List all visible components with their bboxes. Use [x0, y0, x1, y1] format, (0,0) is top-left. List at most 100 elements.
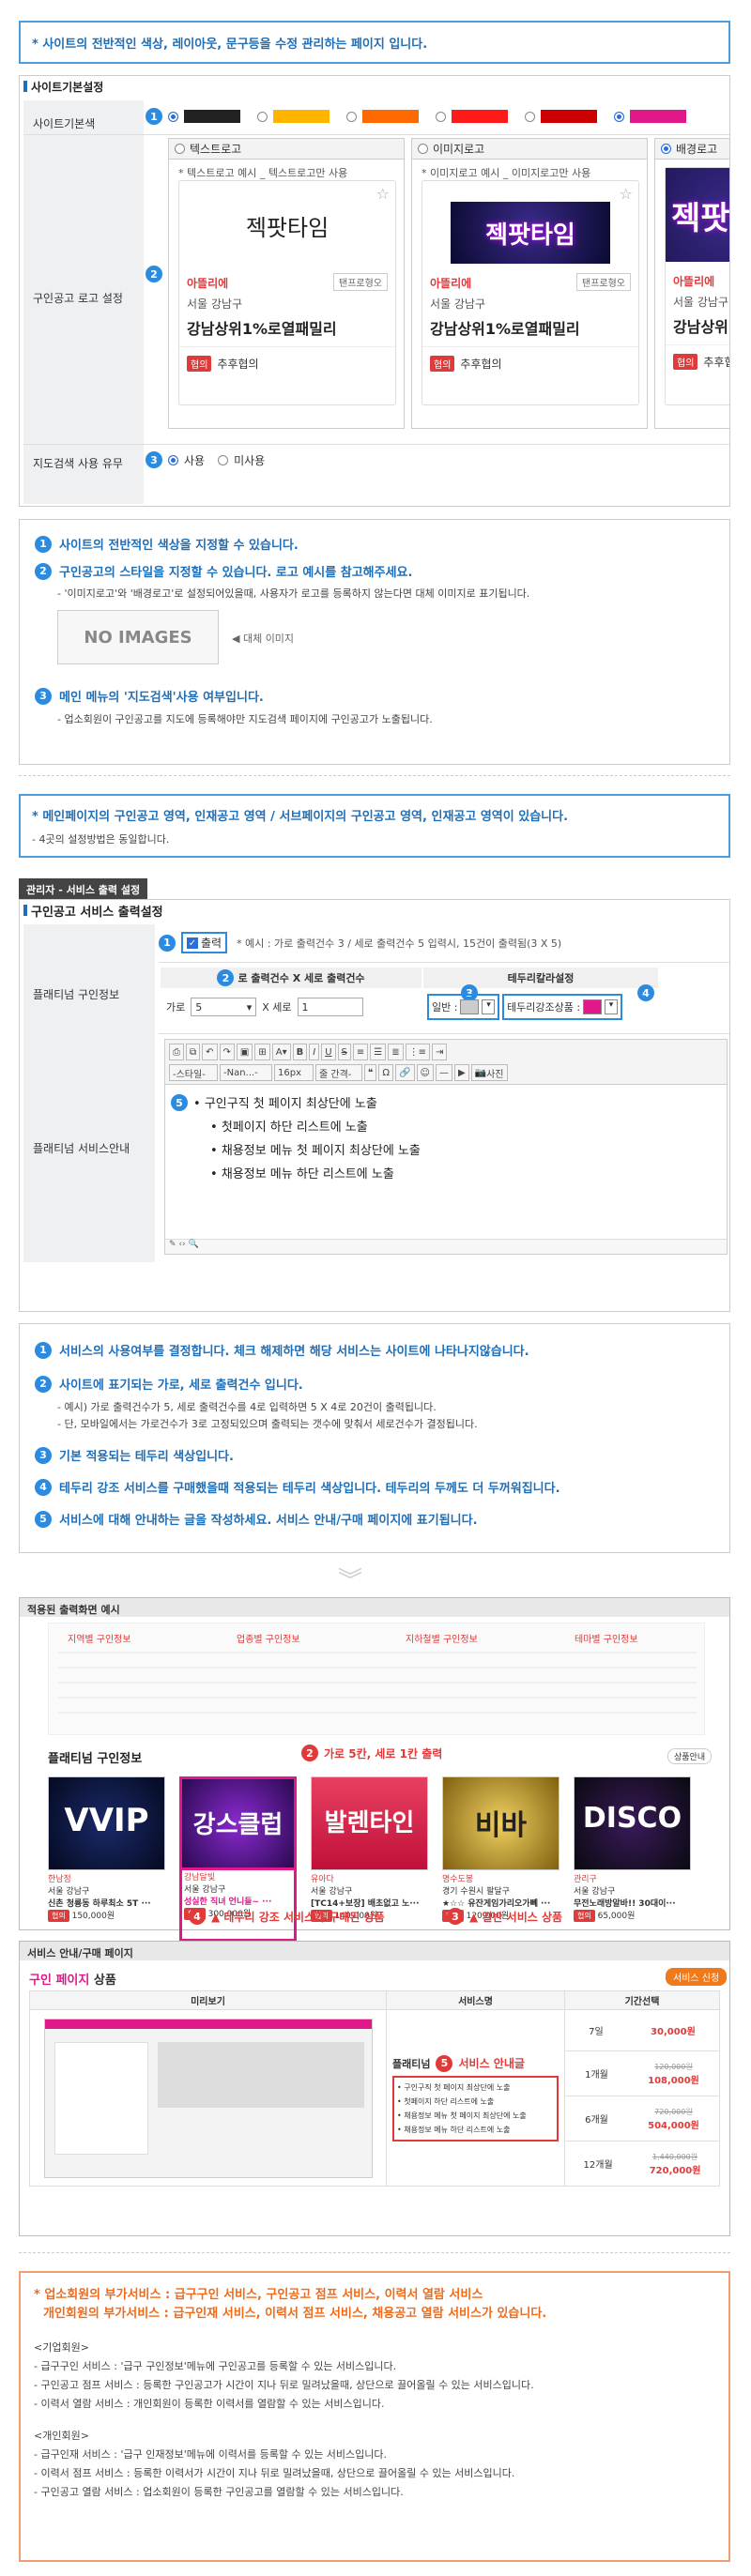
list-icon[interactable]: ⋮≡: [405, 1044, 431, 1060]
buy-button[interactable]: 서비스 신청: [666, 1968, 728, 1986]
logo-radio-background[interactable]: [661, 144, 671, 154]
quote-icon[interactable]: ❝: [364, 1064, 377, 1081]
color-swatch-orange: [362, 110, 419, 123]
guide-bullet: • 채용정보 메뉴 첫 페이지 최상단에 노출: [210, 1144, 421, 1158]
color-radio-3[interactable]: [346, 111, 357, 122]
editor-toolbar: ⎙ ⧉ ↶ ↷ ▣ ⊞ A▾ B I U S ≡ ☰ ≣ ⋮≡ ⇥ -스타일- -Nan...- 16px 줄…: [165, 1040, 727, 1085]
editor-body[interactable]: 5 • 구인구직 첫 페이지 최상단에 노출 • 첫페이지 하단 리스트에 노출…: [171, 1092, 421, 1186]
special-char-icon[interactable]: Ω: [378, 1064, 394, 1081]
image-icon[interactable]: ▣: [236, 1044, 253, 1060]
color-radio-1[interactable]: [168, 111, 178, 122]
logo-preview: 젝팟 아뜰리에 서울 강남구 강남상위 협의 추후협: [665, 167, 729, 405]
horiz-select[interactable]: 5 ▾: [191, 998, 257, 1016]
example-item[interactable]: 발렌타인: [311, 1776, 428, 1870]
color-label: 사이트기본색: [33, 117, 96, 130]
align-left-icon[interactable]: ≡: [352, 1044, 369, 1060]
purchase-title: 서비스 안내/구매 페이지: [20, 1942, 729, 1960]
text-color-icon[interactable]: A▾: [271, 1044, 291, 1060]
color-radio-5[interactable]: [525, 111, 535, 122]
example-title: 적용된 출력화면 예시: [20, 1598, 729, 1617]
pay-tag: 협의: [673, 354, 698, 370]
bold-icon[interactable]: B: [292, 1044, 308, 1060]
bottom-line2: 개인회원의 부가서비스 : 급구인재 서비스, 이력서 점프 서비스, 채용공고…: [43, 2307, 547, 2321]
output-checkbox-wrap[interactable]: ✓ 출력: [181, 932, 228, 953]
info1-item1: 사이트의 전반적인 색상을 지정할 수 있습니다.: [59, 539, 299, 553]
logo-card-background[interactable]: 배경로고 젝팟 아뜰리에 서울 강남구 강남상위 협의 추후협: [654, 138, 729, 429]
service-bullets: • 구인구직 첫 페이지 최상단에 노출 • 첫페이지 하단 리스트에 노출 • 채…: [392, 2075, 559, 2142]
purchase-panel: 서비스 안내/구매 페이지 구인 페이지 상품 서비스 신청 미리보기 서비스명 기…: [19, 1941, 730, 2236]
copy-icon[interactable]: ⧉: [186, 1044, 201, 1060]
output-checkbox[interactable]: ✓: [187, 937, 198, 949]
font-select[interactable]: -Nan...-: [220, 1064, 272, 1081]
underline-icon[interactable]: U: [321, 1044, 336, 1060]
color-radio-6[interactable]: [614, 111, 624, 122]
purchase-table: 미리보기 서비스명 기간선택 플래티넘 5 서비스 안내글 • 구인구직 첫 페이지 최…: [29, 1990, 720, 2187]
star-icon[interactable]: ☆: [376, 185, 390, 203]
editor-mode-bar[interactable]: ✎ ‹› 🔍: [165, 1239, 727, 1254]
output-example: * 예시 : 가로 출력건수 3 / 세로 출력건수 5 입력시, 15건이 출…: [237, 937, 562, 950]
example-item[interactable]: 비바: [442, 1776, 559, 1870]
size-select[interactable]: 16px: [274, 1064, 314, 1081]
redo-icon[interactable]: ↷: [219, 1044, 235, 1060]
info2-item2: 사이트에 표기되는 가로, 세로 출력건수 입니다.: [59, 1379, 303, 1393]
media-icon[interactable]: ▶: [453, 1064, 469, 1081]
map-use-label: 사용: [184, 453, 206, 467]
per-heading: <개인회원>: [34, 2430, 89, 2442]
step-1-badge: 1: [146, 108, 162, 125]
toolbar-row-1: ⎙ ⧉ ↶ ↷ ▣ ⊞ A▾ B I U S ≡ ☰ ≣ ⋮≡ ⇥: [169, 1044, 448, 1060]
map-radio-nouse[interactable]: [218, 454, 229, 465]
step-3-badge: 3: [146, 451, 162, 468]
example-item-highlight[interactable]: 강스클럽: [179, 1776, 297, 1870]
normal-color-picker[interactable]: 일반 : ▾: [427, 994, 500, 1020]
logo-label: 구인공고 로고 설정: [33, 292, 123, 305]
logo-radio-text[interactable]: [175, 144, 185, 154]
logo-card-text[interactable]: 텍스트로고 * 텍스트로고 예시 _ 텍스트로고만 사용 ☆ 젝팟타임 아뜰리에…: [168, 138, 405, 429]
more-button[interactable]: 상품안내: [667, 1748, 713, 1764]
notice2-line2: - 4곳의 설정방법은 동일합니다.: [32, 832, 170, 846]
badge: 탠프로형오: [333, 273, 388, 291]
x-label: X 세로: [262, 1001, 292, 1014]
top-notice: * 사이트의 전반적인 색상, 레이아웃, 문구등을 수정 관리하는 페이지 입…: [19, 21, 730, 64]
info-box-2: 1 서비스의 사용여부를 결정합니다. 체크 해제하면 해당 서비스는 사이트에 …: [19, 1323, 730, 1553]
bottom-line1: * 업소회원의 부가서비스 : 급구구인 서비스, 구인공고 점프 서비스, 이…: [34, 2288, 483, 2302]
line-height-select[interactable]: 줄 간격-: [315, 1064, 362, 1081]
photo-button[interactable]: 📷 사진: [470, 1064, 508, 1081]
star-icon[interactable]: ☆: [620, 185, 633, 203]
color-radio-4[interactable]: [436, 111, 446, 122]
logo-preview: ☆ 젝팟타임 아뜰리에 탠프로형오 서울 강남구 강남상위1%로열패밀리 협의 추…: [421, 180, 639, 405]
hr-icon[interactable]: —: [435, 1064, 452, 1081]
example-item[interactable]: VVIP: [48, 1776, 165, 1870]
map-radio-use[interactable]: [168, 454, 178, 465]
annot-normal: 3 ▲ 일반 서비스 상품: [447, 1908, 562, 1925]
link-icon[interactable]: 🔗: [395, 1064, 415, 1081]
chevron-down-icon: ▾: [482, 999, 496, 1014]
logo-card-name: 텍스트로고: [190, 143, 242, 156]
example-item[interactable]: DISCO: [574, 1776, 691, 1870]
print-icon[interactable]: ⎙: [169, 1044, 184, 1060]
logo-radio-image[interactable]: [418, 144, 428, 154]
color-swatch-black: [184, 110, 240, 123]
italic-icon[interactable]: I: [309, 1044, 320, 1060]
strong-color-picker[interactable]: 테두리강조상품 : ▾: [502, 994, 623, 1020]
background-logo: 젝팟: [666, 168, 729, 262]
step-5-badge: 5: [171, 1094, 188, 1111]
color-radio-2[interactable]: [257, 111, 268, 122]
strike-icon[interactable]: S: [337, 1044, 351, 1060]
logo-card-image[interactable]: 이미지로고 * 이미지로고 예시 _ 이미지로고만 사용 ☆ 젝팟타임 아뜰리에…: [411, 138, 648, 429]
align-right-icon[interactable]: ≣: [388, 1044, 404, 1060]
logo-cards: 텍스트로고 * 텍스트로고 예시 _ 텍스트로고만 사용 ☆ 젝팟타임 아뜰리에…: [162, 138, 729, 438]
service-info: 플래티넘 5 서비스 안내글 • 구인구직 첫 페이지 최상단에 노출 • 첫페이지 …: [386, 2009, 565, 2187]
style-select[interactable]: -스타일-: [169, 1064, 218, 1081]
indent-icon[interactable]: ⇥: [432, 1044, 448, 1060]
service-title: 구인공고 서비스 출력설정: [20, 900, 729, 921]
align-center-icon[interactable]: ☰: [370, 1044, 387, 1060]
undo-icon[interactable]: ↶: [202, 1044, 218, 1060]
emoji-icon[interactable]: ☺: [416, 1064, 434, 1081]
table-icon[interactable]: ⊞: [254, 1044, 270, 1060]
vert-input[interactable]: 1: [297, 998, 363, 1016]
pay-tag: 협의: [430, 356, 455, 372]
editor: ⎙ ⧉ ↶ ↷ ▣ ⊞ A▾ B I U S ≡ ☰ ≣ ⋮≡ ⇥ -스타일- -Nan...- 16px 줄…: [164, 1039, 728, 1255]
chevron-down-icon: ▾: [246, 1000, 253, 1014]
info2-item3: 기본 적용되는 테두리 색상입니다.: [59, 1450, 234, 1464]
output-row: 1 ✓ 출력 * 예시 : 가로 출력건수 3 / 세로 출력건수 5 입력시,…: [159, 932, 561, 953]
